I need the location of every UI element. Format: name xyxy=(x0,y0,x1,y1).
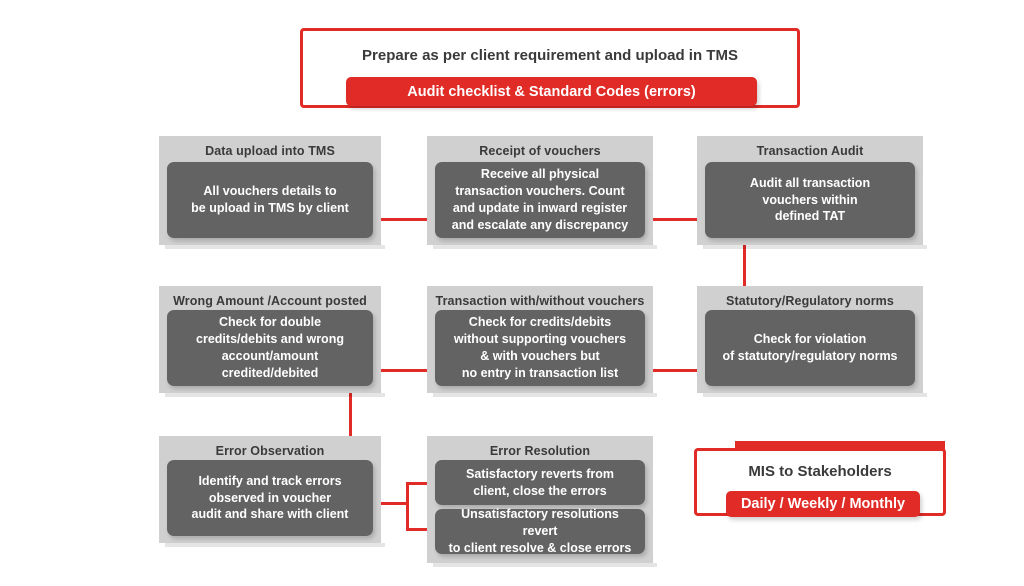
header-banner-title: Prepare as per client requirement and up… xyxy=(362,47,738,64)
connector-statutory-to-transaction-vouchers xyxy=(653,369,697,372)
card-body: Receive all physical transaction voucher… xyxy=(435,162,645,238)
card-title: Data upload into TMS xyxy=(205,144,335,158)
card-title: Transaction Audit xyxy=(756,144,864,158)
card-body: Check for credits/debits without support… xyxy=(435,310,645,386)
card-title: Error Observation xyxy=(215,444,325,458)
connector-transaction-audit-to-statutory xyxy=(743,245,746,287)
mis-banner-title: MIS to Stakeholders xyxy=(748,463,892,480)
card-body: All vouchers details to be upload in TMS… xyxy=(167,162,373,238)
card-title: Transaction with/without vouchers xyxy=(435,294,645,308)
connector-error-observation-stem xyxy=(378,502,409,505)
card-error-resolution: Error Resolution Satisfactory reverts fr… xyxy=(427,436,657,567)
card-body: Check for violation of statutory/regulat… xyxy=(705,310,915,386)
card-receipt-of-vouchers: Receipt of vouchers Receive all physical… xyxy=(427,136,657,249)
mis-banner: MIS to Stakeholders Daily / Weekly / Mon… xyxy=(694,448,946,517)
connector-error-resolution-bracket xyxy=(406,482,409,531)
connector-wrong-amount-to-error-observation xyxy=(349,392,352,436)
connector-data-upload-to-receipt xyxy=(381,218,427,221)
card-wrong-amount-account-posted: Wrong Amount /Account posted Check for d… xyxy=(159,286,385,397)
card-body: Check for double credits/debits and wron… xyxy=(167,310,373,386)
header-banner: Prepare as per client requirement and up… xyxy=(300,28,800,108)
card-transaction-with-without-vouchers: Transaction with/without vouchers Check … xyxy=(427,286,657,397)
header-banner-band: Audit checklist & Standard Codes (errors… xyxy=(346,77,757,106)
card-body-satisfactory-reverts: Satisfactory reverts from client, close … xyxy=(435,460,645,505)
card-body: Audit all transaction vouchers within de… xyxy=(705,162,915,238)
card-body-unsatisfactory-resolutions: Unsatisfactory resolutions revert to cli… xyxy=(435,507,645,555)
card-error-observation: Error Observation Identify and track err… xyxy=(159,436,385,547)
card-title: Receipt of vouchers xyxy=(479,144,601,158)
card-title: Error Resolution xyxy=(489,444,591,458)
card-title: Statutory/Regulatory norms xyxy=(726,294,894,308)
card-body: Identify and track errors observed in vo… xyxy=(167,460,373,536)
card-data-upload-into-tms: Data upload into TMS All vouchers detail… xyxy=(159,136,385,249)
card-title: Wrong Amount /Account posted xyxy=(173,294,367,308)
mis-banner-band: Daily / Weekly / Monthly xyxy=(726,491,920,517)
card-statutory-regulatory-norms: Statutory/Regulatory norms Check for vio… xyxy=(697,286,927,397)
process-flow-diagram: Prepare as per client requirement and up… xyxy=(0,0,1024,586)
card-transaction-audit: Transaction Audit Audit all transaction … xyxy=(697,136,927,249)
connector-transaction-vouchers-to-wrong-amount xyxy=(381,369,427,372)
connector-receipt-to-transaction-audit xyxy=(653,218,697,221)
